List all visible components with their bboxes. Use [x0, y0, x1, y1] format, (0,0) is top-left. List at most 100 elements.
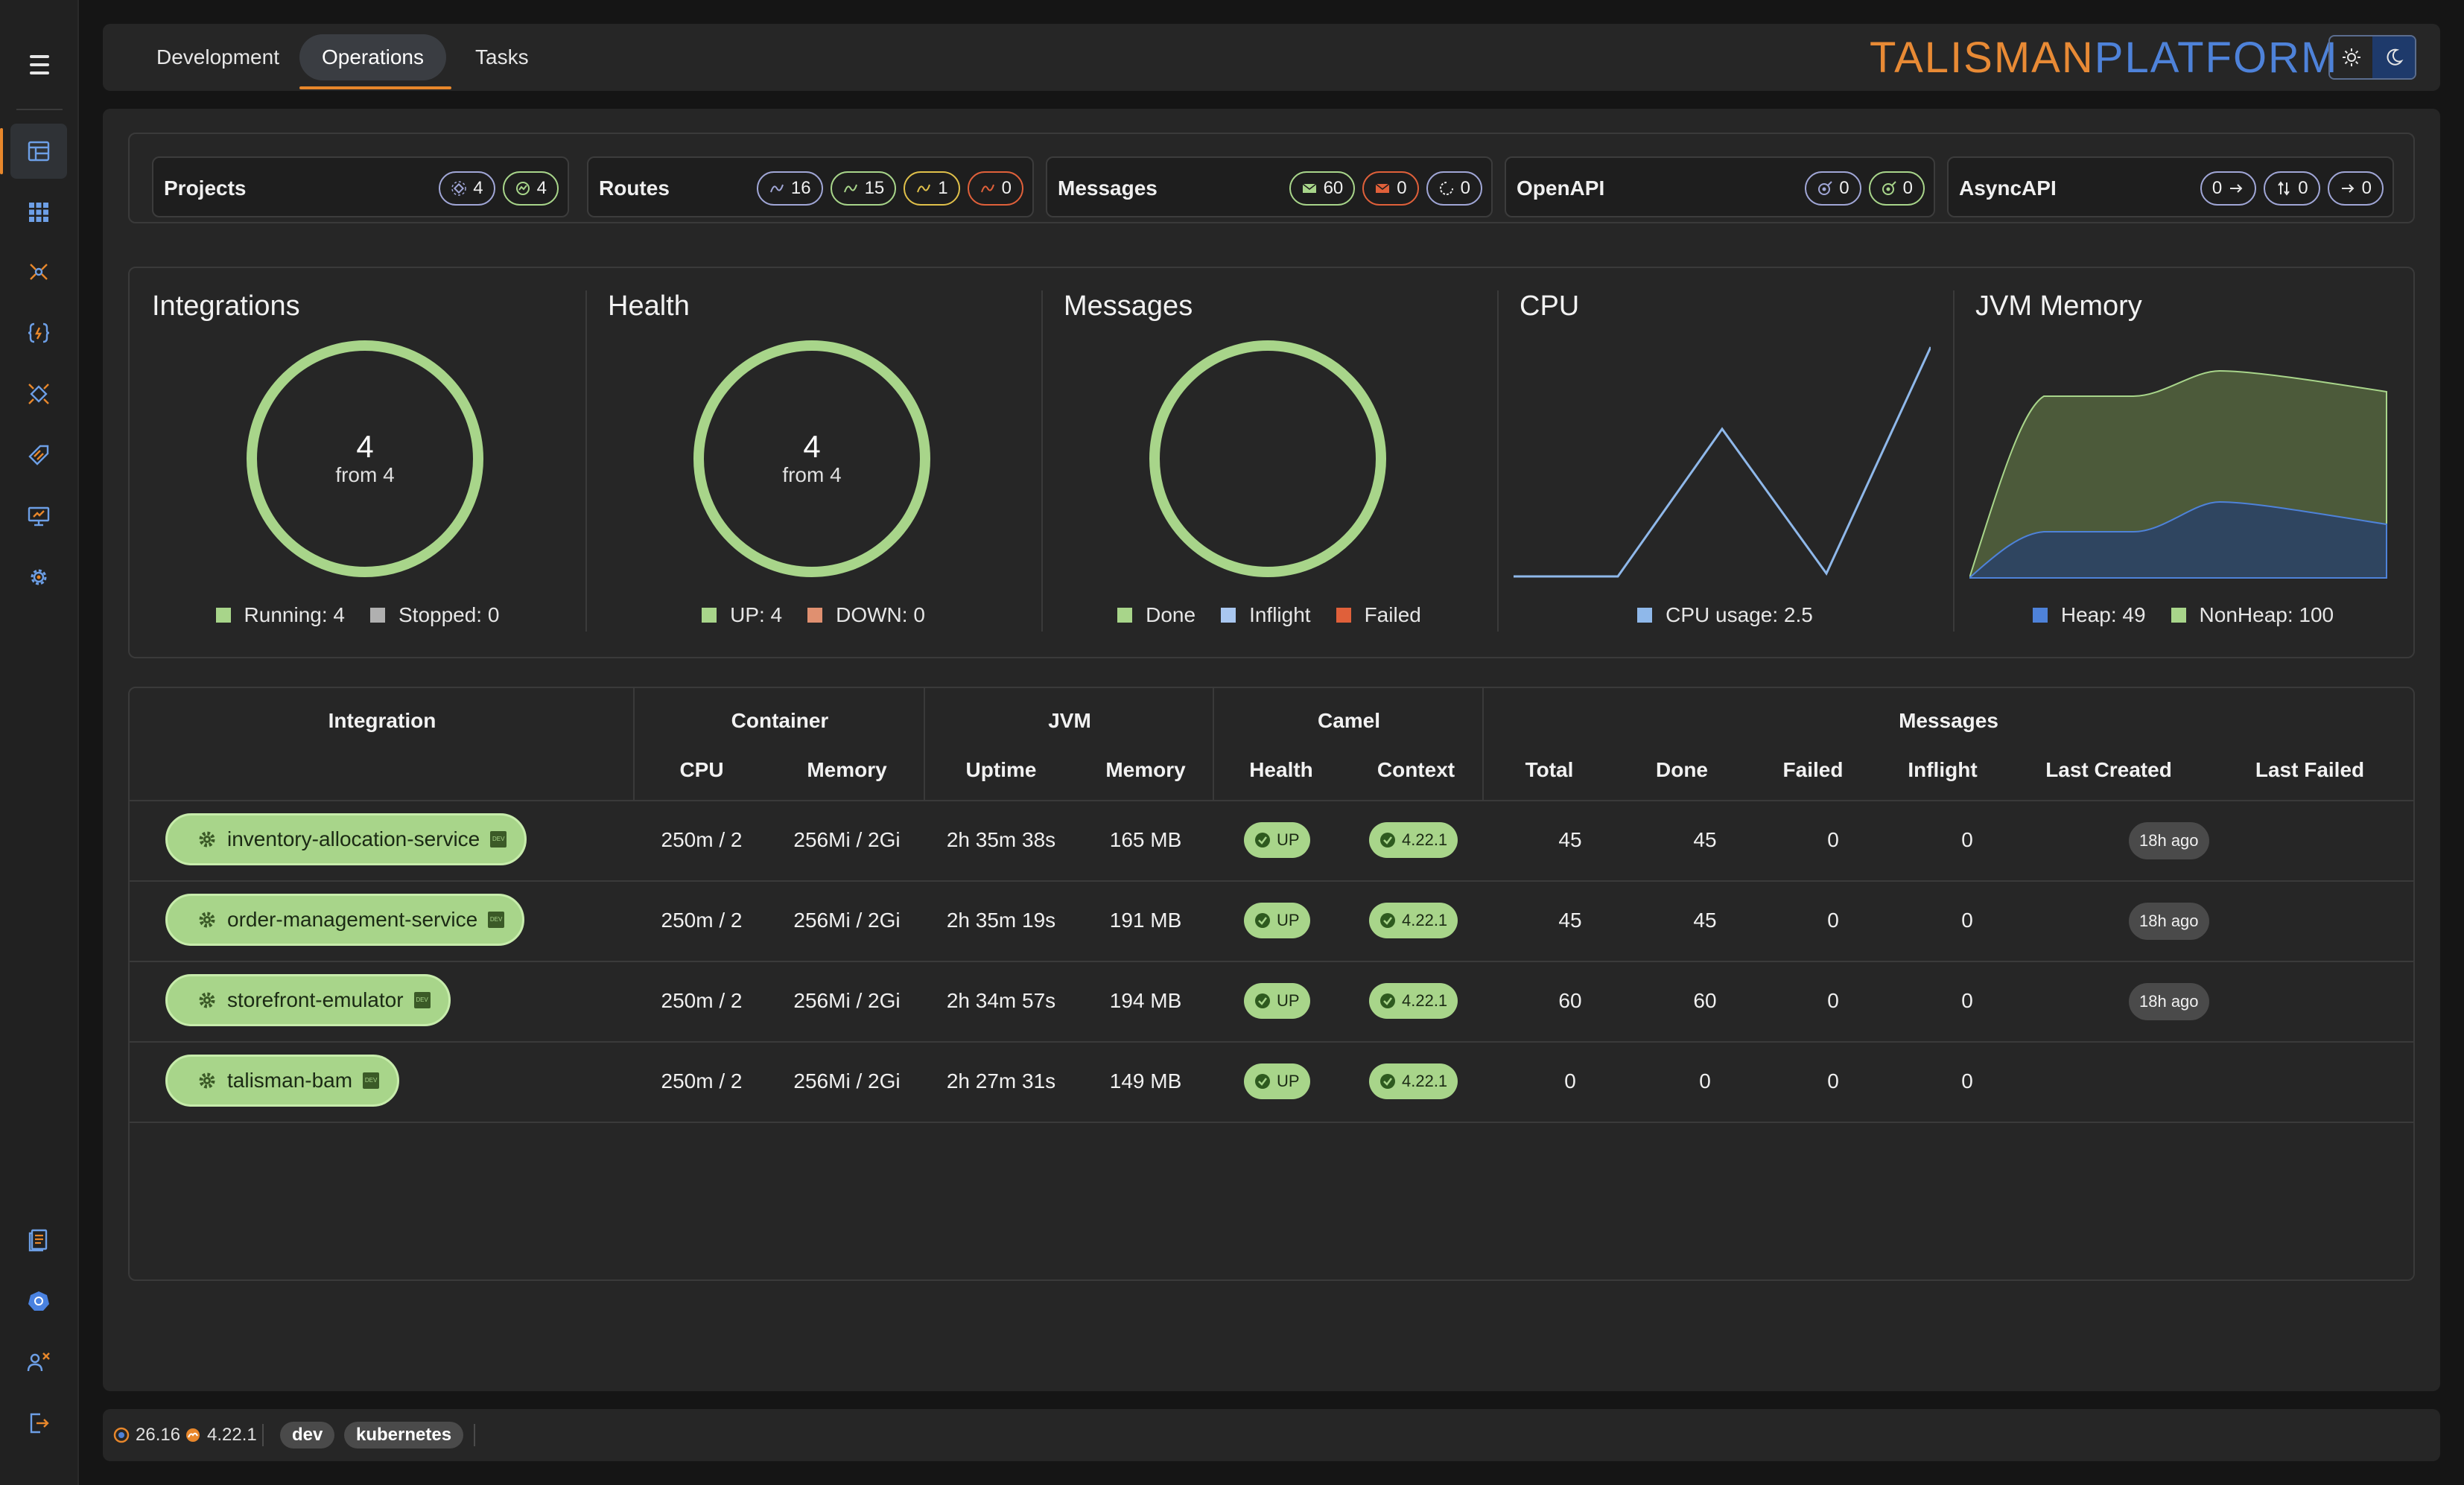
legend-failed: Failed [1364, 603, 1421, 626]
routes-label: Routes [599, 177, 670, 200]
openapi-total-count: 0 [1839, 178, 1849, 198]
api-icon [1882, 181, 1896, 195]
operations-dashboard: Projects 4 4 Routes 16 15 1 0 Messages 6… [103, 109, 2440, 1391]
header-msg-inflight[interactable]: Inflight [1877, 758, 2008, 782]
asyncapi-out-count: 0 [2211, 178, 2223, 198]
messages-inflight-count: 0 [1460, 178, 1470, 198]
asyncapi-card[interactable]: AsyncAPI 0 0 0 [1947, 156, 2394, 217]
header-msg-last-failed[interactable]: Last Failed [2209, 758, 2410, 782]
cell-memory: 256Mi / 2Gi [793, 1069, 901, 1093]
last-created-badge: 18h ago [2129, 983, 2209, 1020]
cell-memory: 256Mi / 2Gi [793, 909, 901, 932]
cell-memory: 256Mi / 2Gi [793, 828, 901, 851]
sidebar-item-monitor[interactable] [10, 489, 67, 544]
light-theme-button[interactable] [2330, 36, 2372, 78]
header-jvm-uptime[interactable]: Uptime [925, 758, 1077, 782]
header-msg-done[interactable]: Done [1615, 758, 1749, 782]
integration-name-pill[interactable]: order-management-service DEV [165, 894, 525, 946]
cell-inflight: 0 [1961, 989, 1973, 1012]
menu-toggle-button[interactable] [21, 46, 58, 83]
header-camel-health[interactable]: Health [1214, 758, 1348, 782]
integration-name-pill[interactable]: storefront-emulator DEV [165, 974, 451, 1026]
route-icon [917, 184, 931, 193]
camel-logo-icon [186, 1428, 200, 1442]
sidebar-item-kubernetes[interactable] [10, 1273, 67, 1329]
integration-name-pill[interactable]: inventory-allocation-service DEV [165, 813, 527, 865]
cell-inflight: 0 [1961, 909, 1973, 932]
routes-card[interactable]: Routes 16 15 1 0 [587, 156, 1034, 217]
integration-name-pill[interactable]: talisman-bam DEV [165, 1055, 400, 1107]
sidebar-item-network[interactable] [10, 244, 67, 299]
brand-logo: TALISMAN PLATFORM [1870, 30, 2338, 85]
cpu-usage-line [1514, 346, 1931, 578]
projects-card[interactable]: Projects 4 4 [152, 156, 569, 217]
header-camel: Camel [1317, 709, 1381, 732]
sidebar-item-settings[interactable] [10, 550, 67, 605]
health-value: UP [1277, 1072, 1300, 1090]
active-tab-indicator [299, 86, 451, 89]
check-circle-icon [1380, 913, 1395, 928]
asyncapi-in-badge: 0 [2327, 171, 2384, 206]
cpu-line-chart [1514, 346, 1931, 578]
messages-card[interactable]: Messages 60 0 0 [1046, 156, 1493, 217]
header-container-cpu[interactable]: CPU [635, 758, 769, 782]
sidebar-item-integrations[interactable] [10, 366, 67, 422]
openapi-label: OpenAPI [1517, 177, 1605, 200]
header-msg-total[interactable]: Total [1484, 758, 1615, 782]
header-jvm-memory[interactable]: Memory [1077, 758, 1214, 782]
route-icon [769, 184, 784, 193]
gear-icon [199, 831, 215, 848]
health-value: UP [1277, 911, 1300, 929]
tab-tasks[interactable]: Tasks [453, 34, 551, 80]
tab-operations[interactable]: Operations [299, 34, 446, 80]
sidebar-item-dashboard[interactable] [0, 124, 67, 179]
header-container-memory[interactable]: Memory [769, 758, 925, 782]
gear-icon [199, 912, 215, 928]
sidebar-item-documents[interactable] [10, 1212, 67, 1268]
integrations-legend: Running: 4 Stopped: 0 [130, 603, 585, 627]
sidebar-item-code[interactable] [10, 305, 67, 360]
integration-icon [451, 181, 467, 196]
asyncapi-label: AsyncAPI [1959, 177, 2057, 200]
sidebar-item-tags[interactable] [10, 427, 67, 483]
cpu-legend: CPU usage: 2.5 [1497, 603, 1953, 627]
routes-running-count: 15 [864, 178, 885, 198]
context-badge: 4.22.1 [1369, 983, 1458, 1019]
legend-running: Running: 4 [244, 603, 345, 626]
tab-development[interactable]: Development [134, 34, 302, 80]
sidebar-item-logout[interactable] [10, 1396, 67, 1451]
envelope-icon [1302, 183, 1317, 193]
routes-running-badge: 15 [830, 171, 897, 206]
integration-name: inventory-allocation-service [227, 827, 480, 850]
cell-inflight: 0 [1961, 1069, 1973, 1093]
hamburger-icon-bar [30, 63, 49, 66]
header-camel-context[interactable]: Context [1348, 758, 1484, 782]
platform-version-text: 26.16 [136, 1425, 181, 1445]
sidebar-divider [16, 109, 63, 110]
header-msg-failed[interactable]: Failed [1749, 758, 1877, 782]
cell-jvm-memory: 149 MB [1109, 1069, 1182, 1093]
charts-row: Integrations 4 from 4 Running: 4 Stopped… [128, 267, 2415, 658]
dark-theme-button[interactable] [2372, 36, 2415, 78]
header-msg-last-created[interactable]: Last Created [2008, 758, 2209, 782]
cell-done: 45 [1693, 909, 1717, 932]
cell-failed: 0 [1827, 989, 1839, 1012]
jvm-area-chart [1969, 369, 2387, 579]
cell-total: 45 [1558, 828, 1582, 851]
dev-tag: DEV [363, 1072, 380, 1089]
sidebar-item-users[interactable] [10, 1335, 67, 1390]
integrations-chart: Integrations 4 from 4 Running: 4 Stopped… [130, 268, 585, 657]
sidebar-item-grid[interactable] [10, 185, 67, 240]
spinner-icon [1439, 182, 1453, 195]
dev-tag: DEV [488, 912, 505, 928]
top-header: Development Operations Tasks TALISMAN PLA… [103, 24, 2440, 91]
header-integration[interactable]: Integration [130, 709, 635, 733]
openapi-card[interactable]: OpenAPI 0 0 [1505, 156, 1935, 217]
cell-cpu: 250m / 2 [661, 909, 743, 932]
legend-up: UP: 4 [730, 603, 783, 626]
grid-icon [29, 203, 48, 222]
logout-icon [30, 1413, 49, 1434]
messages-done-count: 60 [1323, 178, 1344, 198]
cell-failed: 0 [1827, 828, 1839, 851]
header-jvm: JVM [1048, 709, 1091, 732]
